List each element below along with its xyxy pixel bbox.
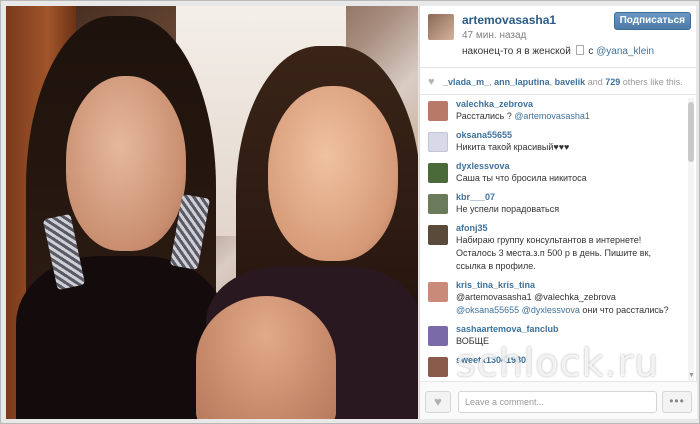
comment-body: Не успели порадоваться (456, 204, 560, 214)
comment-mention[interactable]: @artemovasasha1 (514, 111, 590, 121)
post-side-panel: artemovasasha1 47 мин. назад наконец-то … (419, 6, 697, 419)
commenter-avatar[interactable] (428, 194, 448, 214)
commenter-avatar[interactable] (428, 357, 448, 377)
window-frame: artemovasasha1 47 мин. назад наконец-то … (0, 0, 700, 424)
comment-item: oksana55655 Никита такой красивый♥♥♥ (420, 129, 697, 154)
commenter-avatar[interactable] (428, 163, 448, 183)
author-username[interactable]: artemovasasha1 (462, 13, 556, 27)
comment-mentions-line[interactable]: @artemovasasha1 @valechka_zebrova (456, 291, 683, 304)
post-timestamp[interactable]: 47 мин. назад (462, 30, 526, 41)
comment-body: Саша ты что бросила никитоса (456, 173, 587, 183)
commenter-username[interactable]: kris_tina_kris_tina (456, 279, 683, 291)
photo-person-right-face (268, 86, 398, 261)
commenter-username[interactable]: sweetx13041980 (456, 354, 683, 366)
photo-arm (196, 296, 336, 419)
photo-person-left-face (66, 76, 186, 251)
comment-body: они что расстались? (582, 305, 669, 315)
comment-text: Расстались ? @artemovasasha1 (456, 110, 683, 123)
emoji-glyph-icon (575, 45, 584, 55)
follow-button[interactable]: Подписаться (613, 12, 691, 30)
comment-item: kris_tina_kris_tina @artemovasasha1 @val… (420, 279, 697, 317)
commenter-username[interactable]: kbr___07 (456, 191, 683, 203)
comments-scrollbar[interactable] (688, 98, 694, 381)
comment-body: ВОБЩЕ (456, 336, 490, 346)
liker-link[interactable]: bavelik (555, 77, 586, 87)
heart-icon: ♥ (434, 394, 442, 409)
liker-link[interactable]: ann_laputina (494, 77, 550, 87)
comments-list: valechka_zebrova Расстались ? @artemovas… (420, 96, 697, 381)
caption-text: наконец-то я в женской (462, 46, 571, 57)
commenter-avatar[interactable] (428, 225, 448, 245)
commenter-avatar[interactable] (428, 326, 448, 346)
photo-person-left-body (16, 256, 226, 419)
more-options-button[interactable]: ••• (662, 391, 692, 413)
commenter-username[interactable]: dyxlessvova (456, 160, 683, 172)
likes-and: and (587, 77, 603, 87)
caption-with: с (588, 46, 594, 57)
comment-body: Никита такой красивый♥♥♥ (456, 142, 570, 152)
scrollbar-thumb[interactable] (688, 102, 694, 162)
liker-link[interactable]: _vlada_m_ (443, 77, 489, 87)
likes-tail: others like this. (622, 77, 683, 87)
comment-input[interactable]: Leave a comment... (458, 391, 657, 413)
author-avatar[interactable] (428, 14, 454, 40)
comment-item: valechka_zebrova Расстались ? @artemovas… (420, 98, 697, 123)
comment-item: kbr___07 Не успели порадоваться (420, 191, 697, 216)
commenter-username[interactable]: valechka_zebrova (456, 98, 683, 110)
commenter-username[interactable]: sashaartemova_fanclub (456, 323, 683, 335)
commenter-username[interactable]: oksana55655 (456, 129, 683, 141)
heart-icon: ♥ (428, 76, 435, 88)
comment-item: sashaartemova_fanclub ВОБЩЕ (420, 323, 697, 348)
comment-item: sweetx13041980 (420, 354, 697, 377)
likes-count[interactable]: 729 (605, 77, 620, 87)
post-header: artemovasasha1 47 мин. назад наконец-то … (420, 6, 697, 68)
comment-footer: ♥ Leave a comment... ••• (420, 381, 697, 419)
comment-item: dyxlessvova Саша ты что бросила никитоса (420, 160, 697, 185)
scroll-down-arrow-icon[interactable]: ▼ (688, 372, 695, 380)
comment-body: Расстались ? (456, 111, 512, 121)
like-button[interactable]: ♥ (425, 391, 451, 413)
commenter-username[interactable]: afonj35 (456, 222, 683, 234)
caption-mention[interactable]: @yana_klein (596, 46, 654, 57)
comment-mentions-line[interactable]: @oksana55655 @dyxlessvova (456, 305, 580, 315)
comment-body: Набираю группу консультантов в интернете… (456, 235, 652, 271)
comment-item: afonj35 Набираю группу консультантов в и… (420, 222, 697, 273)
post-photo[interactable] (6, 6, 418, 419)
commenter-avatar[interactable] (428, 101, 448, 121)
comment-text: @oksana55655 @dyxlessvova они что расста… (456, 304, 683, 317)
commenter-avatar[interactable] (428, 132, 448, 152)
likes-row: ♥ _vlada_m_, ann_laputina, bavelik and 7… (420, 69, 697, 95)
post-caption: наконец-то я в женской с @yana_klein (462, 45, 654, 57)
commenter-avatar[interactable] (428, 282, 448, 302)
